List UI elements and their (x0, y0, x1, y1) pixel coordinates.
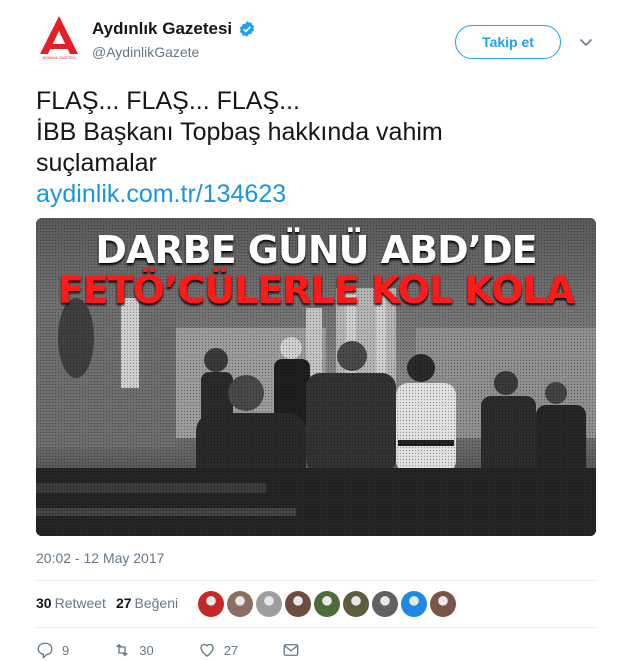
tweet-link[interactable]: aydinlik.com.tr/134623 (36, 179, 596, 210)
reply-icon (37, 642, 53, 659)
like-count: 27 (223, 642, 239, 658)
like-stat-count: 27 (115, 595, 132, 611)
tweet-text-line-1: FLAŞ... FLAŞ... FLAŞ... (36, 87, 300, 115)
avatar-group[interactable] (430, 591, 456, 617)
chevron-down-icon[interactable] (578, 34, 594, 50)
retweet-stat[interactable]: 30 Retweet (36, 595, 106, 611)
retweet-button[interactable]: 30 (113, 641, 154, 659)
tweet-stats: 30 Retweet 27 Beğeni (36, 595, 178, 611)
avatar-blue-flag[interactable] (401, 591, 427, 617)
image-headline-2: FETÖ’CÜLERLE KOL KOLA (57, 268, 575, 312)
tweet-text-line-2: İBB Başkanı Topbaş hakkında vahim (36, 118, 443, 146)
like-stat-label: Beğeni (134, 595, 179, 611)
tweet-timestamp[interactable]: 20:02 - 12 May 2017 (36, 550, 164, 566)
divider (36, 580, 596, 581)
tweet-card: AYDINLIK GAZETESİ Aydınlık Gazetesi @Ayd… (0, 0, 634, 661)
account-name-row: Aydınlık Gazetesi (92, 19, 256, 39)
avatar-soldier[interactable] (343, 591, 369, 617)
logo-wordmark: AYDINLIK GAZETESİ (42, 55, 75, 60)
message-button[interactable] (282, 641, 300, 659)
like-stat[interactable]: 27 Beğeni (116, 595, 178, 611)
liker-avatars (198, 591, 456, 617)
envelope-icon (283, 644, 299, 656)
retweet-count: 30 (139, 642, 154, 658)
verified-badge-icon (240, 21, 255, 37)
retweet-stat-label: Retweet (54, 595, 106, 611)
tweet-actions: 9 30 27 (36, 641, 344, 659)
reply-count: 9 (62, 642, 70, 658)
avatar-man[interactable] (372, 591, 398, 617)
tweet-text: FLAŞ... FLAŞ... FLAŞ... İBB Başkanı Topb… (36, 86, 596, 210)
tweet-text-line-3: suçlamalar (36, 149, 157, 177)
follow-button[interactable]: Takip et (455, 25, 561, 59)
retweet-icon (116, 643, 128, 657)
avatar-portrait[interactable] (285, 591, 311, 617)
avatar-landscape[interactable] (227, 591, 253, 617)
like-button[interactable]: 27 (198, 641, 238, 659)
account-name[interactable]: Aydınlık Gazetesi (92, 19, 232, 39)
reply-button[interactable]: 9 (36, 641, 69, 659)
retweet-stat-count: 30 (36, 595, 52, 611)
image-headline-1: DARBE GÜNÜ ABD’DE (95, 228, 537, 272)
avatar-red-logo[interactable] (198, 591, 224, 617)
account-handle[interactable]: @AydinlikGazete (92, 44, 199, 60)
heart-icon (200, 643, 214, 657)
account-logo[interactable]: AYDINLIK GAZETESİ (36, 14, 82, 60)
avatar-flag[interactable] (314, 591, 340, 617)
tweet-image[interactable]: DARBE GÜNÜ ABD’DE FETÖ’CÜLERLE KOL KOLA (36, 218, 596, 536)
avatar-person[interactable] (256, 591, 282, 617)
divider (36, 627, 596, 628)
